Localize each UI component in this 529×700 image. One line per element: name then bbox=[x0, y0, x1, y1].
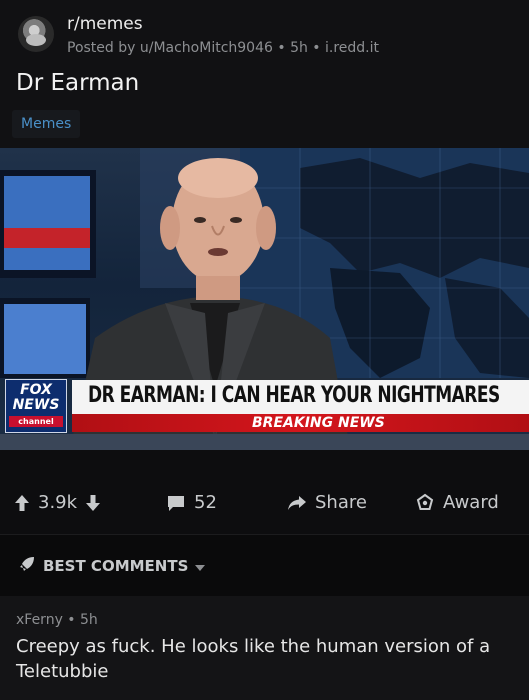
comment-sort-dropdown[interactable]: BEST COMMENTS bbox=[18, 555, 206, 577]
news-lower-third: FOX NEWS channel DR EARMAN: I CAN HEAR Y… bbox=[0, 376, 529, 434]
caret-down-icon bbox=[195, 557, 206, 575]
award-label: Award bbox=[443, 492, 499, 513]
breaking-news-bar: BREAKING NEWS bbox=[72, 414, 529, 432]
comments-button[interactable]: 52 bbox=[166, 492, 217, 513]
sort-label: BEST COMMENTS bbox=[43, 557, 189, 575]
rocket-icon bbox=[18, 555, 36, 577]
subreddit-avatar[interactable] bbox=[18, 16, 54, 52]
post-action-bar: 3.9k 52 Share Award bbox=[0, 470, 529, 536]
vote-group: 3.9k bbox=[14, 492, 101, 513]
comment-icon bbox=[166, 494, 186, 512]
share-arrow-icon bbox=[287, 495, 307, 511]
comment-meta[interactable]: xFerny • 5h bbox=[16, 612, 98, 628]
award-icon bbox=[415, 493, 435, 513]
logo-line-1: FOX bbox=[20, 382, 52, 398]
post-flair[interactable]: Memes bbox=[12, 110, 81, 138]
award-button[interactable]: Award bbox=[415, 492, 499, 513]
comments-sort-bar: BEST COMMENTS bbox=[0, 534, 529, 596]
upvote-icon[interactable] bbox=[14, 494, 30, 512]
comment-item: xFerny • 5h Creepy as fuck. He looks lik… bbox=[0, 596, 529, 700]
share-button[interactable]: Share bbox=[287, 492, 367, 513]
news-headline: DR EARMAN: I CAN HEAR YOUR NIGHTMARES bbox=[88, 383, 500, 408]
share-label: Share bbox=[315, 492, 367, 513]
post-meta: Posted by u/MachoMitch9046 • 5h • i.redd… bbox=[67, 40, 380, 56]
logo-line-3: channel bbox=[9, 416, 63, 427]
comment-count: 52 bbox=[194, 492, 217, 513]
fox-news-logo: FOX NEWS channel bbox=[5, 379, 67, 433]
score-count: 3.9k bbox=[38, 492, 78, 513]
downvote-icon[interactable] bbox=[85, 494, 101, 512]
headline-bar: DR EARMAN: I CAN HEAR YOUR NIGHTMARES bbox=[72, 380, 529, 414]
post-image[interactable]: FOX NEWS channel DR EARMAN: I CAN HEAR Y… bbox=[0, 148, 529, 450]
post-title: Dr Earman bbox=[16, 70, 140, 96]
logo-line-2: NEWS bbox=[12, 397, 60, 413]
comment-body: Creepy as fuck. He looks like the human … bbox=[16, 636, 491, 682]
post-header: r/memes Posted by u/MachoMitch9046 • 5h … bbox=[0, 0, 529, 148]
subreddit-name[interactable]: r/memes bbox=[67, 14, 143, 34]
breaking-news-label: BREAKING NEWS bbox=[252, 415, 385, 431]
